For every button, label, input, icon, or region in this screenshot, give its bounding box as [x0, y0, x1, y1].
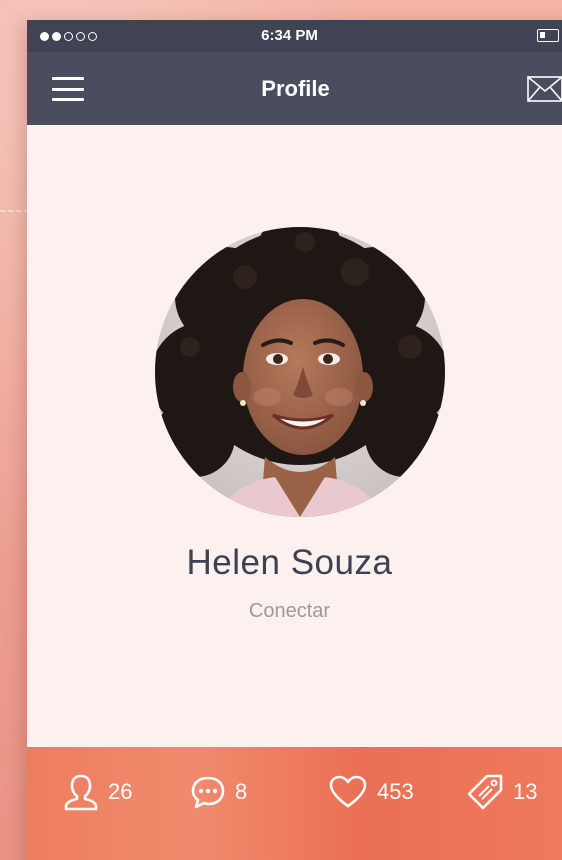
page-title: Profile — [261, 76, 330, 101]
profile-avatar[interactable] — [155, 227, 445, 517]
tags-stat[interactable]: 13 — [465, 772, 537, 812]
navigation-bar: Profile — [27, 52, 562, 125]
comments-stat[interactable]: 8 — [189, 772, 247, 812]
user-icon — [62, 772, 100, 812]
status-bar: 6:34 PM — [27, 20, 562, 52]
envelope-icon[interactable] — [527, 76, 562, 102]
status-time: 6:34 PM — [261, 27, 318, 44]
connect-link[interactable]: Conectar — [27, 600, 552, 623]
followers-count: 26 — [108, 779, 133, 804]
profile-name: Helen Souza — [186, 543, 393, 582]
profile-content: Helen Souza Conectar — [27, 125, 562, 747]
heart-icon — [327, 774, 369, 810]
stats-bar: 26 8 453 13 — [27, 747, 562, 860]
followers-stat[interactable]: 26 — [62, 772, 132, 812]
comments-count: 8 — [235, 779, 248, 804]
tags-count: 13 — [513, 779, 538, 804]
chat-bubble-icon — [189, 774, 227, 810]
phone-screen: 6:34 PM Profile Helen Souza Conectar 26 … — [27, 20, 562, 860]
likes-stat[interactable]: 453 — [327, 772, 414, 812]
likes-count: 453 — [377, 779, 414, 804]
battery-level — [540, 32, 545, 38]
battery-icon — [537, 29, 559, 42]
tag-icon — [465, 772, 505, 812]
background-dashed-line — [0, 210, 30, 214]
